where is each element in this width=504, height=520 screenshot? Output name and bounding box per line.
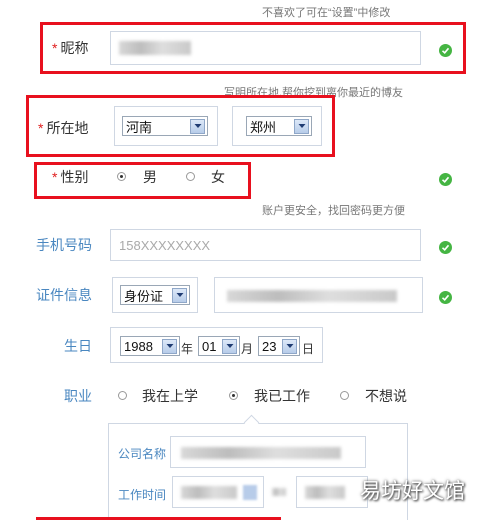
occupation-none-label[interactable]: 不想说	[365, 386, 407, 406]
phone-value: 158XXXXXXXX	[119, 238, 211, 253]
nickname-input[interactable]	[110, 31, 421, 65]
gender-male-radio[interactable]	[117, 172, 126, 181]
occupation-student-radio[interactable]	[118, 391, 127, 400]
valid-check-icon	[439, 241, 452, 254]
birth-month-select[interactable]: 01	[198, 336, 240, 356]
gender-label: * 性别	[52, 169, 89, 185]
occupation-student-label[interactable]: 我在上学	[142, 386, 198, 406]
city-select[interactable]: 郑州	[246, 116, 312, 136]
chevron-down-icon	[243, 485, 257, 500]
nickname-hint: 不喜欢了可在“设置”中修改	[262, 7, 391, 19]
nickname-label: * 昵称	[52, 40, 89, 56]
id-info-label: 证件信息	[36, 287, 92, 303]
location-label: * 所在地	[38, 120, 89, 136]
birth-day-select[interactable]: 23	[258, 336, 300, 356]
month-unit: 月	[241, 342, 254, 356]
chevron-down-icon	[172, 287, 187, 303]
occupation-working-label[interactable]: 我已工作	[254, 386, 310, 406]
valid-check-icon	[439, 44, 452, 57]
blurred-nickname-value	[119, 41, 191, 55]
occupation-none-radio[interactable]	[340, 391, 349, 400]
birthday-label: 生日	[64, 338, 92, 354]
blurred-separator	[272, 488, 286, 496]
phone-label: 手机号码	[36, 237, 92, 253]
company-name-input[interactable]	[170, 436, 366, 468]
id-type-select[interactable]: 身份证	[120, 285, 190, 305]
chevron-down-icon	[222, 338, 237, 354]
day-unit: 日	[302, 342, 315, 356]
blurred-work-end	[305, 486, 345, 499]
phone-hint: 账户更安全，找回密码更方便	[262, 205, 405, 217]
gender-female-label[interactable]: 女	[211, 167, 225, 187]
chevron-down-icon	[190, 118, 205, 134]
chevron-down-icon	[282, 338, 297, 354]
watermark-text: 易坊好文馆	[360, 479, 465, 503]
chevron-down-icon	[294, 118, 309, 134]
company-name-label: 公司名称	[118, 447, 167, 461]
occupation-working-radio[interactable]	[229, 391, 238, 400]
chevron-down-icon	[162, 338, 177, 354]
id-number-input[interactable]	[214, 277, 423, 313]
valid-check-icon	[439, 173, 452, 186]
valid-check-icon	[439, 291, 452, 304]
gender-male-label[interactable]: 男	[143, 167, 157, 187]
gender-female-radio[interactable]	[186, 172, 195, 181]
blurred-id-number	[227, 290, 397, 302]
phone-input[interactable]: 158XXXXXXXX	[110, 229, 421, 261]
blurred-company-name	[181, 447, 341, 459]
birth-year-select[interactable]: 1988	[120, 336, 180, 356]
work-end-select[interactable]	[296, 476, 368, 508]
occupation-label: 职业	[64, 388, 92, 404]
blurred-work-start	[181, 486, 237, 499]
province-select[interactable]: 河南	[122, 116, 208, 136]
work-start-select[interactable]	[172, 476, 264, 508]
year-unit: 年	[181, 342, 194, 356]
work-time-label: 工作时间	[118, 488, 167, 502]
